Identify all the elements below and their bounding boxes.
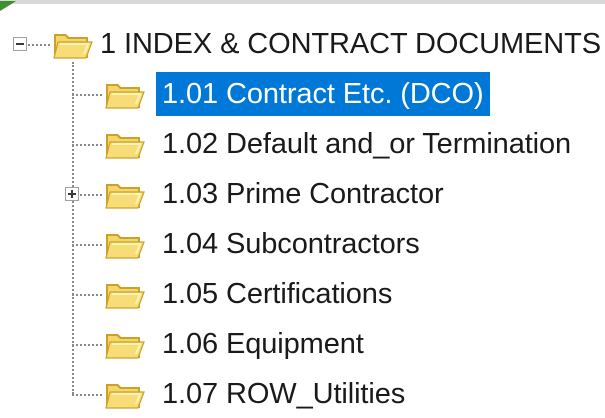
folder-icon xyxy=(105,134,145,159)
tree-node-label: 1.01 Contract Etc. (DCO) xyxy=(156,72,490,116)
folder-icon xyxy=(105,334,145,359)
tree-node-1-04[interactable]: 1.04 Subcontractors xyxy=(102,220,426,268)
folder-icon xyxy=(105,184,145,209)
plus-box-icon[interactable] xyxy=(65,187,79,201)
folder-icon xyxy=(53,34,93,59)
tree-node-1-02[interactable]: 1.02 Default and_or Termination xyxy=(102,120,577,168)
tree-node-root[interactable]: 1 INDEX & CONTRACT DOCUMENTS xyxy=(50,20,605,68)
tree-node-1-05[interactable]: 1.05 Certifications xyxy=(102,270,398,318)
tree-line xyxy=(72,94,102,96)
folder-icon xyxy=(105,84,145,109)
tree-line xyxy=(28,44,50,46)
tree-line xyxy=(72,244,102,246)
folder-tree: 1 INDEX & CONTRACT DOCUMENTS 1.01 Contra… xyxy=(0,0,605,418)
folder-icon xyxy=(105,284,145,309)
tree-node-1-01[interactable]: 1.01 Contract Etc. (DCO) xyxy=(102,70,490,118)
tree-line xyxy=(80,194,102,196)
tree-node-label: 1.03 Prime Contractor xyxy=(162,178,444,210)
tree-line xyxy=(72,394,102,396)
tree-node-1-06[interactable]: 1.06 Equipment xyxy=(102,320,370,368)
tree-node-label: 1.07 ROW_Utilities xyxy=(162,378,406,410)
tree-line xyxy=(72,344,102,346)
folder-icon xyxy=(105,234,145,259)
tree-node-label: 1.02 Default and_or Termination xyxy=(162,128,572,160)
minus-box-icon[interactable] xyxy=(13,37,27,51)
folder-icon xyxy=(105,384,145,409)
tree-node-label: 1.05 Certifications xyxy=(162,278,393,310)
tree-node-1-07[interactable]: 1.07 ROW_Utilities xyxy=(102,370,411,418)
tree-node-label: 1 INDEX & CONTRACT DOCUMENTS xyxy=(100,28,601,60)
tree-node-label: 1.04 Subcontractors xyxy=(162,228,420,260)
tree-line xyxy=(72,294,102,296)
tree-node-label: 1.06 Equipment xyxy=(162,328,364,360)
tree-node-1-03[interactable]: 1.03 Prime Contractor xyxy=(102,170,450,218)
tree-line xyxy=(72,144,102,146)
